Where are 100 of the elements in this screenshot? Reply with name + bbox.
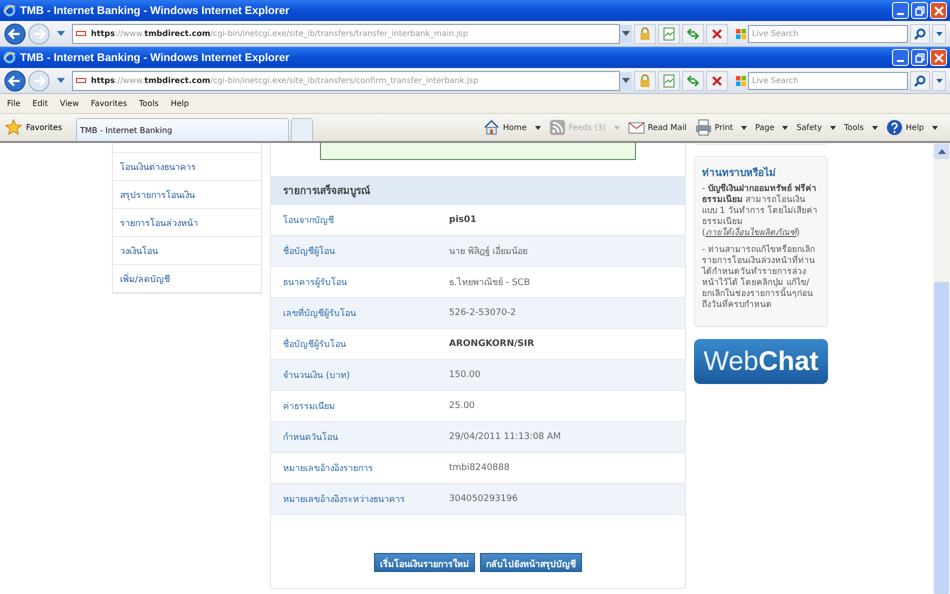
caret-icon — [622, 31, 630, 36]
house-icon — [482, 119, 500, 136]
field-value: ARONGKORN/SIR — [449, 339, 534, 349]
address-dropdown-button[interactable] — [620, 24, 632, 42]
ie-logo-icon — [3, 51, 16, 64]
action-button[interactable]: เริ่มโอนเงินรายการใหม่ — [374, 553, 475, 572]
padlock-icon[interactable] — [634, 24, 656, 44]
sidebar-link[interactable]: รายการโอนล่วงหน้า — [113, 209, 261, 237]
stop-icon[interactable] — [706, 70, 728, 90]
field-label: ค่าธรรมเนียม — [282, 400, 336, 413]
compatibility-view-icon[interactable] — [658, 24, 680, 44]
search-field[interactable]: Live Search — [748, 72, 908, 90]
search-icon — [914, 28, 926, 40]
compatibility-view-icon[interactable] — [658, 70, 680, 90]
browser-tab[interactable]: TMB - Internet Banking — [76, 118, 290, 141]
field-label: ชื่อบัญชีผู้รับโอน — [271, 337, 449, 351]
minimize-button[interactable] — [892, 49, 909, 66]
sidebar-link[interactable]: วงเงินโอน — [113, 237, 261, 265]
close-button[interactable] — [930, 2, 947, 19]
info-text: - บัญชีเงินฝากออมทรัพย์ ฟรีค่าธรรมเนียม สามารถโอนเงินแบบ 1 วันทำการ โดยไม่เสียค่าธรรมเนียม (ภายใต้เงื่อนไขผลิตภัณฑ์) — [702, 184, 819, 240]
toolbar-button[interactable]: Safety — [796, 123, 836, 132]
field-value: tmbi8240888 — [449, 463, 510, 473]
close-icon — [934, 6, 944, 16]
toolbar-button[interactable]: Home — [482, 119, 541, 136]
menu-item[interactable]: File — [7, 99, 20, 108]
search-options-button[interactable] — [932, 70, 946, 90]
restore-button[interactable] — [911, 2, 928, 19]
field-value: 150.00 — [449, 370, 480, 380]
windows-logo-icon — [736, 76, 746, 86]
caret-icon — [936, 78, 942, 82]
window-title: TMB - Internet Banking - Windows Internet Explorer — [20, 4, 290, 16]
restore-icon — [914, 6, 924, 16]
stop-icon[interactable] — [706, 24, 728, 44]
favicon-icon — [76, 31, 86, 36]
dropdown-arrow-icon[interactable] — [57, 31, 65, 36]
caret-icon — [936, 32, 942, 36]
restore-icon — [914, 52, 924, 62]
info-text: - ท่านสามารถแก้ไขหรือยกเลิก รายการโอนเงินล่วงหน้าที่ท่านได้กำหนดวันทำรายการล่วงหน้าไว้ได้ โดยคลิกปุ่ม แก้ไข/ยกเลิกในช่องรายการนั้นๆก่อนถึงวันที่ครบกำหนด — [702, 245, 816, 312]
padlock-icon[interactable] — [634, 70, 656, 90]
address-field[interactable]: https://www.tmbdirect.com/cgi-bin/inetcgi.exe/site_ib/transfers/confirm_transfer_interbank.jsp — [72, 70, 620, 90]
sidebar-link[interactable]: โอนเงินต่างธนาคาร — [113, 153, 261, 181]
field-label: หมายเลขอ้างอิงรายการ — [282, 462, 374, 475]
menu-item[interactable]: Help — [170, 99, 189, 108]
field-value: 526-2-53070-2 — [449, 308, 516, 318]
menu-item[interactable]: Favorites — [90, 99, 128, 108]
scrollbar[interactable] — [933, 143, 950, 594]
help-icon — [886, 119, 903, 136]
section-heading: รายการเสร็จสมบูรณ์ — [271, 176, 685, 205]
field-value: pis01 — [449, 215, 476, 225]
search-field[interactable]: Live Search — [748, 24, 908, 42]
search-options-button[interactable] — [932, 24, 946, 44]
address-field[interactable]: https://www.tmbdirect.com/cgi-bin/inetcgi.exe/site_ib/transfers/transfer_interbank_main.jsp — [72, 24, 620, 44]
menu-item[interactable]: Edit — [32, 99, 48, 108]
favorites-button[interactable]: Favorites — [26, 123, 62, 132]
product-terms-link[interactable]: ภายใต้เงื่อนไขผลิตภัณฑ์ — [705, 228, 796, 238]
search-icon — [914, 74, 926, 86]
toolbar-button[interactable]: Page — [755, 123, 788, 132]
back-button[interactable] — [4, 70, 26, 92]
close-button[interactable] — [930, 49, 947, 66]
refresh-icon[interactable] — [682, 24, 704, 44]
menu-item[interactable]: View — [60, 99, 79, 108]
webchat-banner[interactable]: WebChat — [694, 338, 828, 384]
address-dropdown-button[interactable] — [620, 72, 632, 90]
field-label: ธนาคารผู้รับโอน — [282, 276, 348, 289]
toolbar-button[interactable]: Read Mail — [628, 119, 687, 136]
field-value: ธ.ไทยพาณิชย์ - SCB — [449, 276, 530, 289]
field-value: 304050293196 — [449, 494, 518, 504]
field-value: 29/04/2011 11:13:08 AM — [449, 432, 561, 442]
restore-button[interactable] — [911, 49, 928, 66]
field-value: นาย พิสิฎฐ์ เอี่ยมน้อย — [449, 244, 528, 258]
window-title: TMB - Internet Banking - Windows Internet Explorer — [20, 52, 290, 64]
minimize-button[interactable] — [892, 2, 909, 19]
back-button[interactable] — [4, 22, 26, 44]
sidebar-link[interactable]: สรุปรายการโอนเงิน — [113, 181, 261, 209]
toolbar-button[interactable]: Tools — [844, 123, 878, 132]
field-label: กำหนดวันโอน — [282, 430, 339, 444]
windows-logo-icon — [736, 28, 746, 38]
field-label: โอนจากบัญชี — [282, 214, 335, 227]
scroll-up-arrow-icon[interactable] — [938, 149, 946, 154]
field-label: เลขที่บัญชีผู้รับโอน — [271, 306, 449, 320]
rss-feed-icon — [548, 119, 566, 136]
star-icon — [5, 119, 22, 136]
sidebar-link[interactable]: เพิ่ม/ลดบัญชี — [113, 265, 261, 293]
favicon-icon — [76, 78, 86, 83]
action-button[interactable]: กลับไปยังหน้าสรุปบัญชี — [480, 553, 582, 572]
refresh-icon[interactable] — [682, 70, 704, 90]
menu-item[interactable]: Tools — [139, 99, 159, 108]
toolbar-button[interactable]: Help — [886, 119, 938, 136]
field-label: หมายเลขอ้างอิงระหว่างธนาคาร — [282, 494, 406, 506]
search-button[interactable] — [910, 70, 930, 90]
field-label: จำนวนเงิน (บาท) — [282, 370, 351, 382]
toolbar-button[interactable]: Print — [694, 119, 748, 136]
dropdown-arrow-icon[interactable] — [57, 78, 65, 83]
info-title: ท่านทราบหรือไม่ — [702, 166, 777, 180]
close-icon — [934, 52, 944, 62]
caret-icon — [622, 78, 630, 83]
search-button[interactable] — [910, 24, 930, 44]
field-label: ชื่อบัญชีผู้โอน — [271, 244, 449, 258]
ie-logo-icon — [3, 4, 16, 17]
printer-icon — [694, 119, 712, 136]
